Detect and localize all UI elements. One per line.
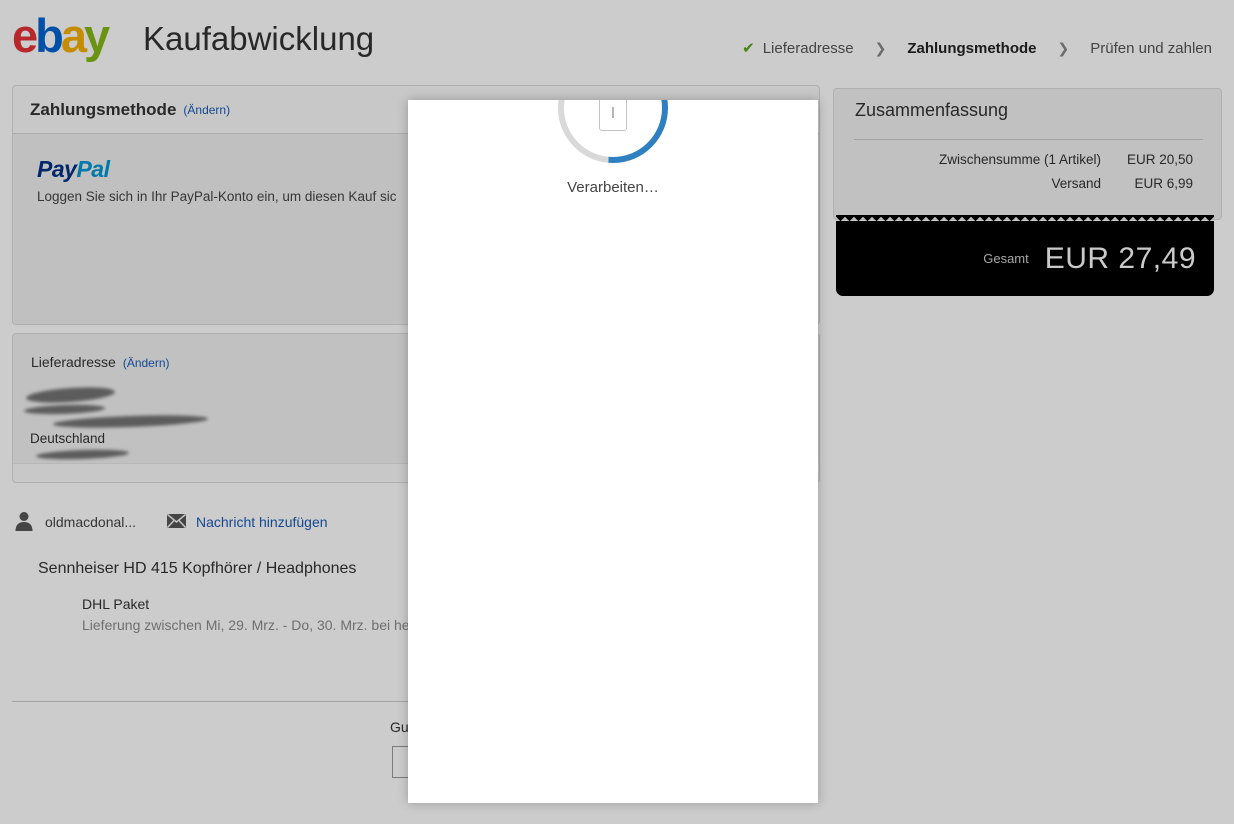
processing-modal: Verarbeiten… xyxy=(408,100,818,803)
receipt-icon xyxy=(599,100,627,131)
processing-text: Verarbeiten… xyxy=(567,179,659,196)
checkout-page: ebay Kaufabwicklung ✔ Lieferadresse ❯ Za… xyxy=(0,0,1234,824)
receipt-icon-line xyxy=(612,107,614,118)
